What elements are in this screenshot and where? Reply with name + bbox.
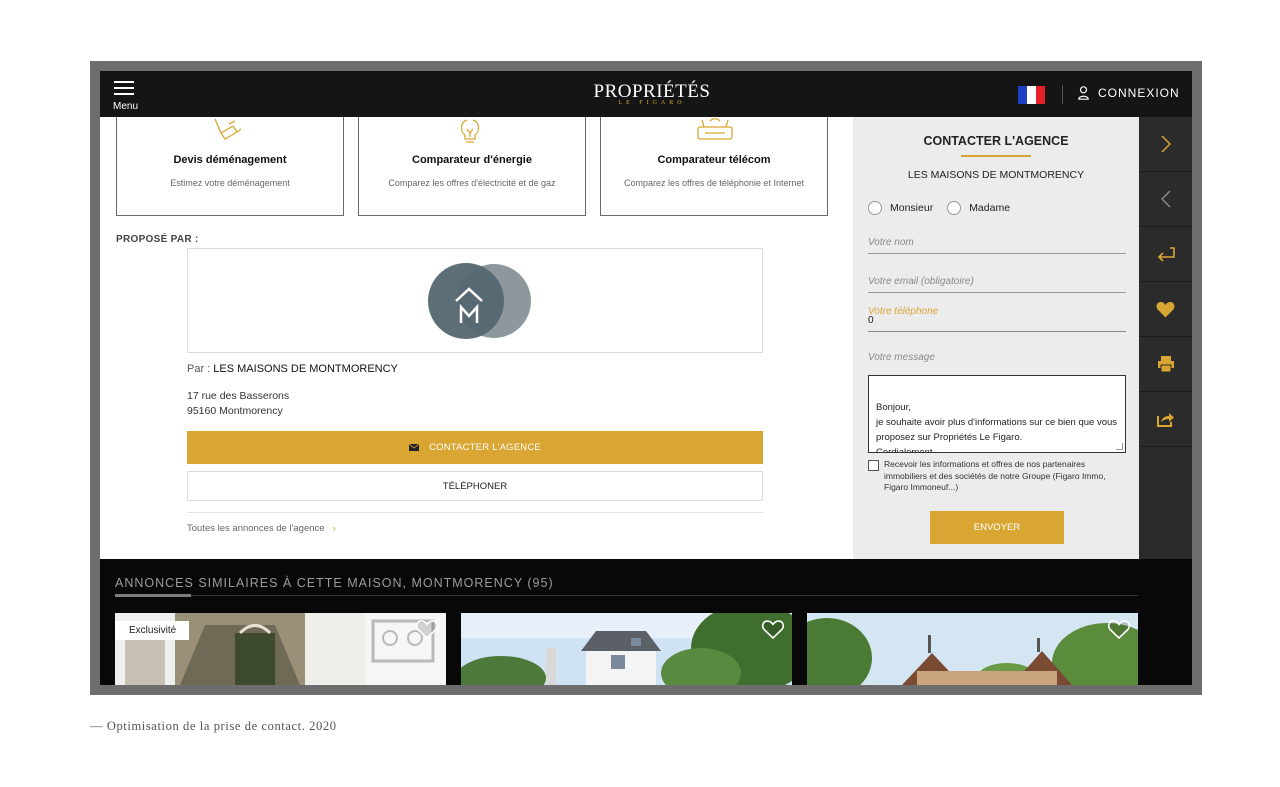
send-button-label: ENVOYER	[973, 522, 1021, 533]
share-button[interactable]	[1139, 392, 1192, 447]
service-title: Comparateur d'énergie	[412, 154, 532, 166]
side-toolbar	[1139, 117, 1192, 559]
heart-outline-icon[interactable]	[762, 620, 784, 639]
phone-button-label: TÉLÉPHONER	[442, 480, 508, 492]
device-frame: Menu PROPRIÉTÉS LE FIGARO CONNEXION Devi…	[90, 61, 1202, 695]
service-title: Comparateur télécom	[657, 154, 771, 166]
service-title: Devis déménagement	[173, 154, 287, 166]
favorite-button[interactable]	[1139, 282, 1192, 337]
proposed-by-heading: PROPOSÉ PAR :	[116, 234, 199, 245]
return-icon	[1157, 247, 1175, 262]
print-icon	[1157, 356, 1174, 373]
section-divider	[115, 595, 1138, 596]
all-ads-label: Toutes les annonces de l'agence	[187, 523, 325, 534]
partner-consent: Recevoir les informations et offres de n…	[868, 459, 1130, 494]
router-icon	[601, 115, 827, 145]
agency-name[interactable]: LES MAISONS DE MONTMORENCY	[213, 363, 398, 375]
service-description: Estimez votre déménagement	[170, 178, 290, 188]
name-field[interactable]: Votre nom	[868, 232, 1126, 254]
listing-photo	[461, 613, 792, 685]
listing-photo	[807, 613, 1138, 685]
next-button[interactable]	[1139, 117, 1192, 172]
listing-card[interactable]: Exclusivité	[115, 613, 446, 685]
message-label: Votre message	[868, 352, 935, 363]
title-underline	[961, 155, 1031, 157]
contact-form-agency: LES MAISONS DE MONTMORENCY	[907, 169, 1085, 181]
moving-box-icon	[117, 115, 343, 145]
france-flag-icon[interactable]	[1018, 86, 1045, 104]
hamburger-icon	[112, 81, 146, 95]
radio-label-madame: Madame	[969, 202, 1011, 214]
contact-form-title: CONTACTER L'AGENCE	[923, 134, 1069, 148]
share-icon	[1157, 412, 1174, 427]
name-placeholder: Votre nom	[868, 237, 914, 248]
resize-handle[interactable]	[1116, 443, 1123, 450]
service-card-energy[interactable]: Comparateur d'énergie Comparez les offre…	[358, 117, 586, 216]
contact-agency-button[interactable]: CONTACTER L'AGENCE	[187, 431, 763, 464]
agency-by-prefix: Par :	[187, 363, 214, 375]
menu-label: Menu	[113, 101, 139, 112]
envelope-icon	[409, 444, 420, 451]
service-description: Comparez les offres d'électricité et de …	[388, 178, 556, 188]
email-placeholder: Votre email (obligatoire)	[868, 276, 974, 287]
radio-madame[interactable]	[947, 201, 962, 215]
send-button[interactable]: ENVOYER	[930, 511, 1064, 544]
site-logo[interactable]: PROPRIÉTÉS LE FIGARO	[592, 82, 712, 107]
contact-form-panel: CONTACTER L'AGENCE LES MAISONS DE MONTMO…	[853, 117, 1139, 559]
consent-label: Recevoir les informations et offres de n…	[884, 459, 1106, 492]
service-description: Comparez les offres de téléphonie et Int…	[624, 178, 804, 188]
user-icon	[1078, 86, 1089, 100]
divider	[187, 512, 763, 513]
previous-button[interactable]	[1139, 172, 1192, 227]
message-textarea[interactable]: Bonjour, je souhaite avoir plus d'inform…	[868, 375, 1126, 453]
logo-main-text: PROPRIÉTÉS	[593, 81, 711, 102]
message-value: Bonjour, je souhaite avoir plus d'inform…	[876, 402, 1118, 453]
agency-logo	[428, 263, 531, 339]
phone-label: Votre téléphone	[868, 306, 939, 317]
agency-address-line2: 95160 Montmorency	[187, 405, 283, 417]
consent-checkbox[interactable]	[868, 460, 879, 471]
print-button[interactable]	[1139, 337, 1192, 392]
phone-field[interactable]: Votre téléphone 0	[868, 301, 1126, 332]
contact-agency-label: CONTACTER L'AGENCE	[429, 442, 541, 453]
carousel-indicator[interactable]	[115, 594, 191, 597]
back-to-list-button[interactable]	[1139, 227, 1192, 282]
login-button[interactable]: CONNEXION	[1078, 86, 1180, 100]
email-field[interactable]: Votre email (obligatoire)	[868, 271, 1126, 293]
service-card-telecom[interactable]: Comparateur télécom Comparez les offres …	[600, 117, 828, 216]
service-card-moving[interactable]: Devis déménagement Estimez votre déménag…	[116, 117, 344, 216]
lightbulb-icon	[359, 115, 585, 145]
all-agency-ads-link[interactable]: Toutes les annonces de l'agence ›	[187, 523, 336, 534]
exclusive-badge: Exclusivité	[115, 621, 190, 640]
browser-screen: Menu PROPRIÉTÉS LE FIGARO CONNEXION Devi…	[100, 71, 1192, 685]
phone-button[interactable]: TÉLÉPHONER	[187, 471, 763, 501]
site-header: Menu PROPRIÉTÉS LE FIGARO CONNEXION	[100, 71, 1192, 117]
similar-listings-title: ANNONCES SIMILAIRES À CETTE MAISON, MONT…	[115, 576, 554, 590]
chevron-right-icon: ›	[332, 523, 336, 534]
chevron-left-icon	[1160, 190, 1171, 208]
civility-radio-group: Monsieur Madame	[868, 201, 1024, 215]
similar-listings-section: ANNONCES SIMILAIRES À CETTE MAISON, MONT…	[100, 559, 1192, 685]
heart-outline-icon[interactable]	[1108, 620, 1130, 639]
chevron-right-icon	[1160, 135, 1171, 153]
menu-button[interactable]: Menu	[112, 81, 146, 113]
listing-card[interactable]	[807, 613, 1138, 685]
radio-label-monsieur: Monsieur	[890, 202, 934, 214]
agency-logo-box	[187, 248, 763, 353]
agency-address-line1: 17 rue des Basserons	[187, 390, 290, 402]
listing-card[interactable]	[461, 613, 792, 685]
login-label: CONNEXION	[1098, 86, 1180, 100]
heart-outline-icon[interactable]	[416, 620, 438, 639]
header-divider	[1062, 85, 1063, 104]
agency-by-line: Par : LES MAISONS DE MONTMORENCY	[187, 363, 398, 375]
phone-value: 0	[868, 315, 874, 326]
figure-caption: — Optimisation de la prise de contact. 2…	[90, 719, 337, 733]
agency-address: 17 rue des Basserons 95160 Montmorency	[187, 389, 289, 419]
radio-monsieur[interactable]	[868, 201, 882, 215]
heart-icon	[1156, 301, 1175, 317]
